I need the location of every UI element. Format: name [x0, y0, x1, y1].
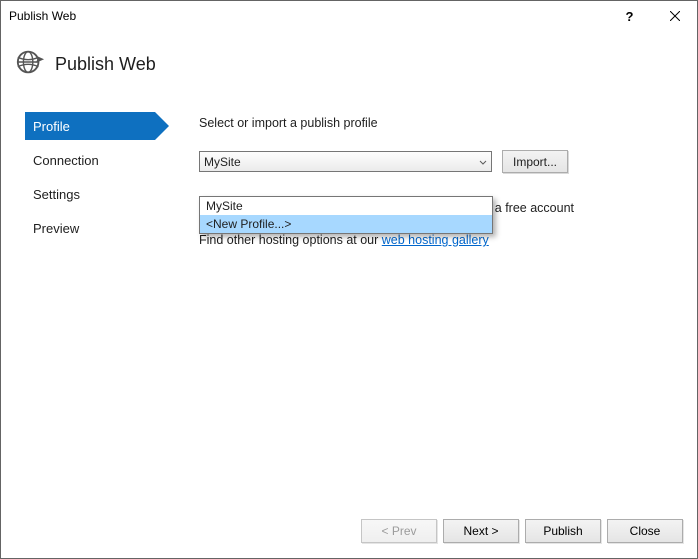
body: Profile Connection Settings Preview Sele…	[1, 96, 697, 504]
titlebar-buttons: ?	[607, 1, 697, 31]
sidebar-item-label: Preview	[33, 221, 79, 236]
publish-button-label: Publish	[543, 524, 582, 538]
footer: < Prev Next > Publish Close	[1, 504, 697, 558]
sidebar-item-preview[interactable]: Preview	[25, 214, 181, 242]
header-title: Publish Web	[55, 54, 156, 75]
profile-row: MySite Import... MySite <New Profile...>	[199, 150, 677, 173]
combo-value: MySite	[204, 155, 241, 169]
close-button[interactable]: Close	[607, 519, 683, 543]
close-icon	[670, 11, 680, 21]
dropdown-item-mysite[interactable]: MySite	[200, 197, 492, 215]
import-button[interactable]: Import...	[502, 150, 568, 173]
sidebar-item-profile[interactable]: Profile	[25, 112, 155, 140]
sidebar: Profile Connection Settings Preview	[1, 112, 181, 504]
main-panel: Select or import a publish profile MySit…	[181, 112, 697, 504]
section-label: Select or import a publish profile	[199, 116, 677, 130]
close-window-button[interactable]	[652, 1, 697, 31]
dropdown-item-label: MySite	[206, 199, 243, 213]
globe-publish-icon	[15, 47, 45, 82]
dialog-window: Publish Web ? Publish Web Profile Connec…	[0, 0, 698, 559]
publish-button[interactable]: Publish	[525, 519, 601, 543]
close-button-label: Close	[630, 524, 661, 538]
hosting-gallery-link[interactable]: web hosting gallery	[382, 233, 489, 247]
sidebar-item-label: Settings	[33, 187, 80, 202]
chevron-down-icon	[479, 155, 487, 169]
prev-button: < Prev	[361, 519, 437, 543]
dropdown-item-label: <New Profile...>	[206, 217, 291, 231]
next-button-label: Next >	[463, 524, 498, 538]
header: Publish Web	[1, 31, 697, 96]
titlebar-title: Publish Web	[9, 9, 607, 23]
help-button[interactable]: ?	[607, 1, 652, 31]
host-prefix: Find other hosting options at our	[199, 233, 382, 247]
sidebar-item-label: Profile	[33, 119, 70, 134]
sidebar-item-label: Connection	[33, 153, 99, 168]
profile-combobox[interactable]: MySite	[199, 151, 492, 172]
profile-dropdown: MySite <New Profile...>	[199, 196, 493, 234]
dropdown-item-new-profile[interactable]: <New Profile...>	[200, 215, 492, 233]
prev-button-label: < Prev	[381, 524, 416, 538]
hosting-text: Find other hosting options at our web ho…	[199, 233, 677, 247]
sidebar-item-settings[interactable]: Settings	[25, 180, 181, 208]
titlebar: Publish Web ?	[1, 1, 697, 31]
import-button-label: Import...	[513, 155, 557, 169]
next-button[interactable]: Next >	[443, 519, 519, 543]
sidebar-item-connection[interactable]: Connection	[25, 146, 181, 174]
